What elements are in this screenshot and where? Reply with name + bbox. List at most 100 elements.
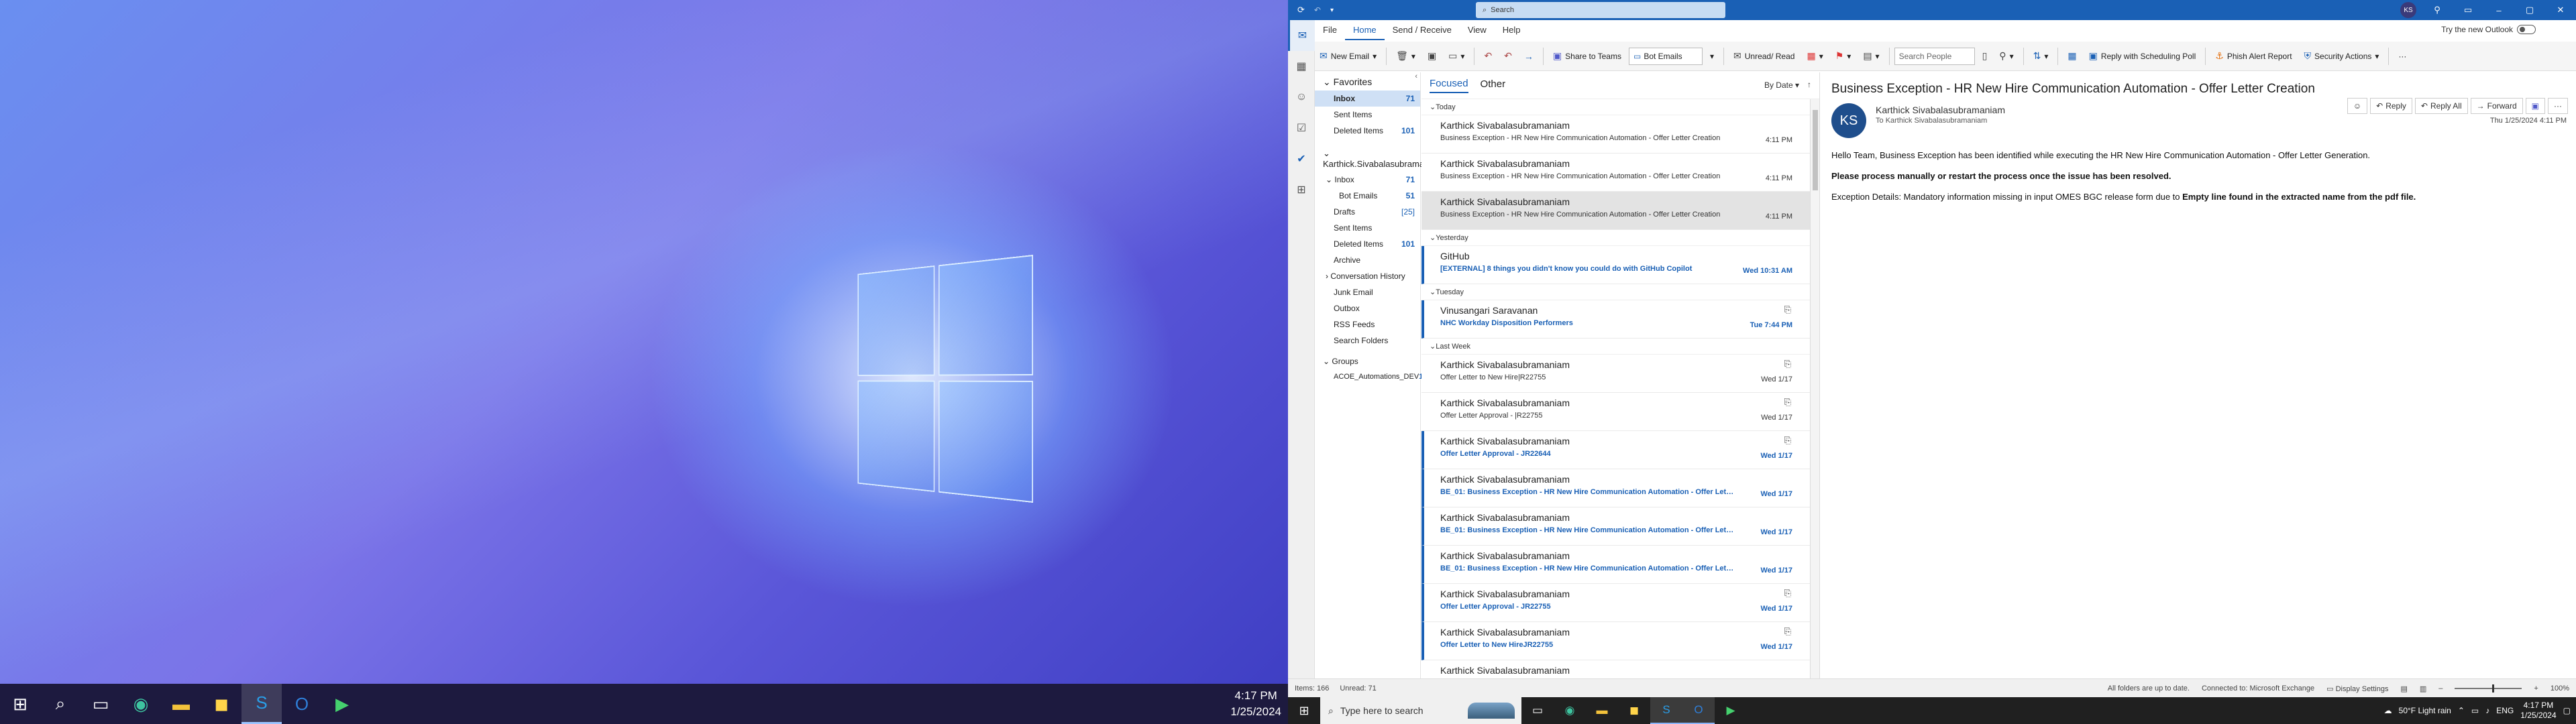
reply-button-reading[interactable]: ↶ Reply bbox=[2370, 98, 2412, 114]
search-people-input[interactable]: Search People bbox=[1894, 47, 1975, 65]
folder-outbox[interactable]: Outbox bbox=[1315, 300, 1420, 316]
zoom-level[interactable]: 100% bbox=[2551, 684, 2569, 692]
zoom-slider[interactable] bbox=[2455, 684, 2522, 692]
outlook-icon[interactable]: O bbox=[282, 684, 322, 724]
calendar-icon[interactable]: ▦ bbox=[1288, 51, 1315, 82]
file-explorer-icon[interactable]: ▬ bbox=[1586, 697, 1618, 724]
reading-view-icon[interactable]: ▥ bbox=[2420, 684, 2426, 693]
tab-other[interactable]: Other bbox=[1481, 78, 1506, 93]
ribbon-display-icon[interactable]: ▭ bbox=[2453, 5, 2483, 15]
network-icon[interactable]: ▭ bbox=[2471, 706, 2479, 715]
scrollbar-thumb[interactable] bbox=[1813, 110, 1818, 190]
collapse-pane-icon[interactable]: ‹ bbox=[1415, 72, 1417, 80]
message-row[interactable]: Karthick Sivabalasubramaniam BE_01: Busin… bbox=[1421, 469, 1819, 507]
folder-bot-emails[interactable]: Bot Emails 51 bbox=[1315, 188, 1420, 204]
language-indicator[interactable]: ENG bbox=[2496, 706, 2514, 715]
forward-button[interactable]: → bbox=[1519, 48, 1538, 64]
message-row[interactable]: Karthick Sivabalasubramaniam Offer Letter… bbox=[1421, 431, 1819, 469]
groups-header[interactable]: ⌄ Groups bbox=[1315, 353, 1420, 369]
folder-archive[interactable]: Archive bbox=[1315, 252, 1420, 268]
rules-button[interactable]: ▤ ▾ bbox=[1858, 48, 1884, 64]
zoom-in-icon[interactable]: + bbox=[2534, 684, 2538, 692]
sort-translate-button[interactable]: ⇅ ▾ bbox=[2029, 48, 2053, 64]
message-row[interactable]: Karthick Sivabalasubramaniam Offer Letter… bbox=[1421, 393, 1819, 431]
folder-search-folders[interactable]: Search Folders bbox=[1315, 333, 1420, 349]
filter-email-button[interactable]: ⚲ ▾ bbox=[1994, 48, 2018, 64]
media-player-icon[interactable]: ▶ bbox=[1715, 697, 1747, 724]
message-group-header[interactable]: ⌄ Last Week bbox=[1421, 339, 1819, 355]
edge-icon[interactable]: ◉ bbox=[121, 684, 161, 724]
todo-icon[interactable]: ✔ bbox=[1288, 143, 1315, 174]
folder-drafts[interactable]: Drafts [25] bbox=[1315, 204, 1420, 220]
notification-icon[interactable]: ▢ bbox=[2563, 706, 2571, 715]
menu-send-receive[interactable]: Send / Receive bbox=[1385, 20, 1460, 40]
archive-button[interactable]: ▣ bbox=[1423, 48, 1441, 64]
folder-favorites-deleted-items[interactable]: Deleted Items 101 bbox=[1315, 123, 1420, 139]
minimize-icon[interactable]: – bbox=[2483, 5, 2514, 15]
unread-read-button[interactable]: ✉ Unread/ Read bbox=[1729, 48, 1799, 64]
move-button[interactable]: ▭ ▾ bbox=[1444, 48, 1469, 64]
address-book-button[interactable]: ▯ bbox=[1978, 48, 1992, 64]
folder-rss-feeds[interactable]: RSS Feeds bbox=[1315, 316, 1420, 333]
viva-insights-button[interactable]: ▦ bbox=[2063, 48, 2081, 64]
zoom-out-icon[interactable]: – bbox=[2438, 684, 2443, 692]
display-settings-button[interactable]: ▭ Display Settings bbox=[2326, 684, 2388, 693]
group-acoe-automations-dev[interactable]: ACOE_Automations_DEV1 bbox=[1315, 369, 1423, 385]
folder-favorites-inbox[interactable]: Inbox 71 bbox=[1315, 90, 1420, 107]
reply-scheduling-poll-button[interactable]: ▣ Reply with Scheduling Poll bbox=[2084, 48, 2201, 64]
chevron-up-icon[interactable]: ⌃ bbox=[2458, 706, 2465, 715]
store-icon[interactable]: ◼ bbox=[201, 684, 241, 724]
teams-share-button[interactable]: ▣ bbox=[2525, 98, 2545, 114]
favorites-header[interactable]: ⌄ Favorites bbox=[1315, 72, 1420, 90]
share-to-teams-button[interactable]: ▣ Share to Teams bbox=[1548, 48, 1626, 64]
reply-all-button[interactable]: ↶ bbox=[1499, 48, 1517, 64]
follow-up-button[interactable]: ⚑ ▾ bbox=[1831, 48, 1856, 64]
folder-inbox[interactable]: ⌄ Inbox 71 bbox=[1315, 172, 1420, 188]
reply-all-button-reading[interactable]: ↶ Reply All bbox=[2414, 98, 2468, 114]
clock-primary[interactable]: 4:17 PM 1/25/2024 bbox=[1230, 688, 1281, 720]
message-row[interactable]: Karthick Sivabalasubramaniam Offer Letter… bbox=[1421, 622, 1819, 660]
more-actions-button[interactable]: ··· bbox=[2548, 98, 2568, 114]
categorize-button[interactable]: ▦ ▾ bbox=[1802, 48, 1827, 64]
normal-view-icon[interactable]: ▤ bbox=[2400, 684, 2407, 693]
folder-sent-items[interactable]: Sent Items bbox=[1315, 220, 1420, 236]
tab-focused[interactable]: Focused bbox=[1430, 78, 1468, 93]
message-row[interactable]: GitHub [EXTERNAL] 8 things you didn't kno… bbox=[1421, 246, 1819, 284]
sync-icon[interactable]: ⟳ bbox=[1297, 5, 1305, 15]
quick-steps-expand[interactable]: ▾ bbox=[1705, 49, 1719, 64]
folder-conversation-history[interactable]: › Conversation History bbox=[1315, 268, 1420, 284]
taskbar-search-box[interactable]: ⌕ Type here to search bbox=[1320, 697, 1521, 724]
tasks-icon[interactable]: ☑ bbox=[1288, 113, 1315, 143]
message-row[interactable]: Karthick Sivabalasubramaniam bbox=[1421, 660, 1819, 678]
message-group-header[interactable]: ⌄ Yesterday bbox=[1421, 230, 1819, 246]
folder-junk-email[interactable]: Junk Email bbox=[1315, 284, 1420, 300]
list-scrollbar[interactable] bbox=[1810, 99, 1819, 678]
folder-favorites-sent-items[interactable]: Sent Items bbox=[1315, 107, 1420, 123]
sort-direction-icon[interactable]: ↑ bbox=[1807, 80, 1811, 89]
reply-button[interactable]: ↶ bbox=[1479, 48, 1497, 64]
clock-secondary[interactable]: 4:17 PM 1/25/2024 bbox=[2520, 701, 2556, 721]
message-row[interactable]: Karthick Sivabalasubramaniam Business Exc… bbox=[1421, 115, 1819, 154]
message-row[interactable]: Karthick Sivabalasubramaniam Offer Letter… bbox=[1421, 584, 1819, 622]
skype-icon[interactable]: S bbox=[1650, 697, 1682, 724]
apps-icon[interactable]: ⊞ bbox=[1288, 174, 1315, 205]
phish-alert-button[interactable]: ⚓ Phish Alert Report bbox=[2210, 48, 2296, 64]
menu-file[interactable]: File bbox=[1315, 20, 1345, 40]
windows-start-icon[interactable]: ⊞ bbox=[0, 684, 40, 724]
message-row[interactable]: Karthick Sivabalasubramaniam BE_01: Busin… bbox=[1421, 507, 1819, 546]
title-search-box[interactable]: ⌕ Search bbox=[1476, 2, 1725, 18]
close-icon[interactable]: ✕ bbox=[2545, 5, 2576, 15]
delete-button[interactable]: 🗑 ▾ bbox=[1391, 48, 1420, 64]
folder-deleted-items[interactable]: Deleted Items 101 bbox=[1315, 236, 1420, 252]
message-row[interactable]: Karthick Sivabalasubramaniam Offer Letter… bbox=[1421, 355, 1819, 393]
try-new-outlook-toggle[interactable] bbox=[2517, 25, 2536, 34]
sender-avatar[interactable]: KS bbox=[1831, 103, 1866, 138]
search-icon[interactable]: ⌕ bbox=[40, 684, 80, 724]
skype-icon[interactable]: S bbox=[241, 684, 282, 724]
task-view-icon[interactable]: ▭ bbox=[80, 684, 121, 724]
emoji-react-button[interactable]: ☺ bbox=[2347, 98, 2368, 114]
customize-quick-access-icon[interactable]: ▾ bbox=[1330, 7, 1334, 14]
recipient-name[interactable]: Karthick Sivabalasubramaniam bbox=[1886, 117, 1988, 125]
quick-steps-dropdown[interactable]: ▭ Bot Emails bbox=[1628, 47, 1703, 65]
message-row[interactable]: Vinusangari Saravanan NHC Workday Disposi… bbox=[1421, 300, 1819, 339]
